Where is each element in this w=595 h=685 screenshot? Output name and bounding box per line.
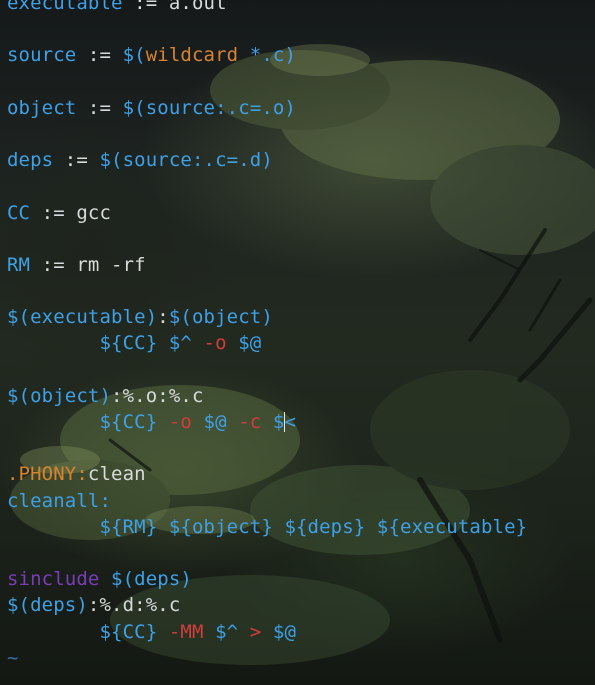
variable-token: $ bbox=[272, 411, 285, 433]
variable-token: ${deps} bbox=[284, 515, 366, 538]
variable-token: *.c) bbox=[238, 44, 297, 67]
code-line[interactable]: $(executable):$(object) bbox=[7, 304, 527, 330]
flag-token: -c bbox=[238, 411, 262, 433]
makefile-code[interactable]: executable := a.out source := $(wildcard … bbox=[7, 0, 527, 671]
code-line[interactable]: object := $(source:.c=.o) bbox=[7, 95, 527, 121]
blank-line[interactable] bbox=[7, 357, 527, 383]
operator-token: := bbox=[53, 149, 100, 172]
variable-token: < bbox=[284, 411, 297, 433]
operator-token: : bbox=[157, 306, 169, 329]
variable-token: cleanall: bbox=[7, 489, 112, 512]
flag-token: -o bbox=[168, 411, 192, 433]
code-line[interactable]: ~ bbox=[7, 645, 527, 671]
variable-token: $(executable) bbox=[7, 306, 158, 329]
code-line[interactable]: CC := gcc bbox=[7, 200, 527, 226]
blank-line[interactable] bbox=[7, 121, 527, 147]
empty-line-marker: ~ bbox=[7, 646, 19, 669]
code-line[interactable]: sinclude $(deps) bbox=[7, 566, 527, 592]
variable-token: $^ bbox=[215, 620, 239, 643]
variable-token: ${executable} bbox=[376, 515, 528, 538]
text-token: a.out bbox=[168, 0, 227, 14]
variable-token: RM bbox=[7, 253, 31, 276]
text-token: rm -rf bbox=[76, 253, 146, 276]
phony-token: .PHONY: bbox=[7, 463, 88, 486]
code-line[interactable]: $(deps):%.d:%.c bbox=[7, 592, 527, 618]
blank-line[interactable] bbox=[7, 540, 527, 566]
code-line[interactable]: ${CC} -o $@ -c $< bbox=[7, 409, 527, 435]
blank-line[interactable] bbox=[7, 278, 527, 304]
variable-token: ${object} bbox=[168, 515, 273, 538]
variable-token: $@ bbox=[203, 411, 227, 433]
code-line[interactable]: deps := $(source:.c=.d) bbox=[7, 147, 527, 173]
blank-line[interactable] bbox=[7, 435, 527, 461]
variable-token: ${CC} bbox=[99, 411, 158, 433]
code-line[interactable]: ${CC} $^ -o $@ bbox=[7, 330, 527, 356]
blank-line[interactable] bbox=[7, 69, 527, 95]
variable-token: $(source:.c=.d) bbox=[99, 149, 273, 172]
text-token: clean bbox=[87, 463, 146, 486]
flag-token: > bbox=[249, 620, 262, 643]
variable-token: $(object) bbox=[7, 384, 112, 407]
blank-line[interactable] bbox=[7, 16, 527, 42]
operator-token: := bbox=[30, 201, 77, 224]
variable-token: $(object) bbox=[168, 306, 273, 329]
variable-token: source bbox=[7, 44, 77, 67]
code-line[interactable]: $(object):%.o:%.c bbox=[7, 383, 527, 409]
flag-token: -MM bbox=[168, 620, 204, 643]
variable-token: deps bbox=[7, 149, 54, 172]
blank-line[interactable] bbox=[7, 173, 527, 199]
code-line[interactable]: executable := a.out bbox=[7, 0, 527, 16]
flag-token: -o bbox=[203, 332, 227, 355]
code-line[interactable]: .PHONY:clean bbox=[7, 461, 527, 487]
text-token: gcc bbox=[76, 201, 112, 224]
operator-token: := bbox=[30, 253, 77, 276]
code-line[interactable]: ${RM} ${object} ${deps} ${executable} bbox=[7, 514, 527, 540]
variable-token: $^ bbox=[168, 332, 192, 355]
blank-line[interactable] bbox=[7, 226, 527, 252]
variable-token: ${CC} bbox=[99, 332, 158, 355]
variable-token: executable bbox=[7, 0, 123, 14]
code-line[interactable]: ${CC} -MM $^ > $@ bbox=[7, 619, 527, 645]
variable-token: $(source:.c=.o) bbox=[122, 96, 296, 119]
operator-token: := bbox=[122, 0, 169, 14]
variable-token: $(deps) bbox=[111, 568, 192, 591]
function-token: wildcard bbox=[145, 44, 239, 67]
code-line[interactable]: RM := rm -rf bbox=[7, 252, 527, 278]
variable-token: $@ bbox=[238, 332, 262, 355]
operator-token: := bbox=[76, 44, 123, 67]
variable-token: $(deps) bbox=[7, 594, 88, 617]
keyword-token: sinclude bbox=[7, 568, 100, 591]
code-line[interactable]: source := $(wildcard *.c) bbox=[7, 42, 527, 68]
operator-token: :%.o:%.c bbox=[111, 384, 204, 407]
code-line[interactable]: cleanall: bbox=[7, 488, 527, 514]
variable-token: CC bbox=[7, 201, 31, 224]
operator-token: :%.d:%.c bbox=[87, 594, 181, 617]
variable-token: ${CC} bbox=[99, 620, 158, 643]
variable-token: object bbox=[7, 96, 77, 119]
variable-token: ${RM} bbox=[99, 515, 158, 538]
operator-token: := bbox=[76, 96, 123, 119]
variable-token: $@ bbox=[272, 620, 297, 643]
variable-token: $( bbox=[122, 44, 146, 67]
terminal-window[interactable]: executable := a.out source := $(wildcard … bbox=[0, 0, 595, 685]
